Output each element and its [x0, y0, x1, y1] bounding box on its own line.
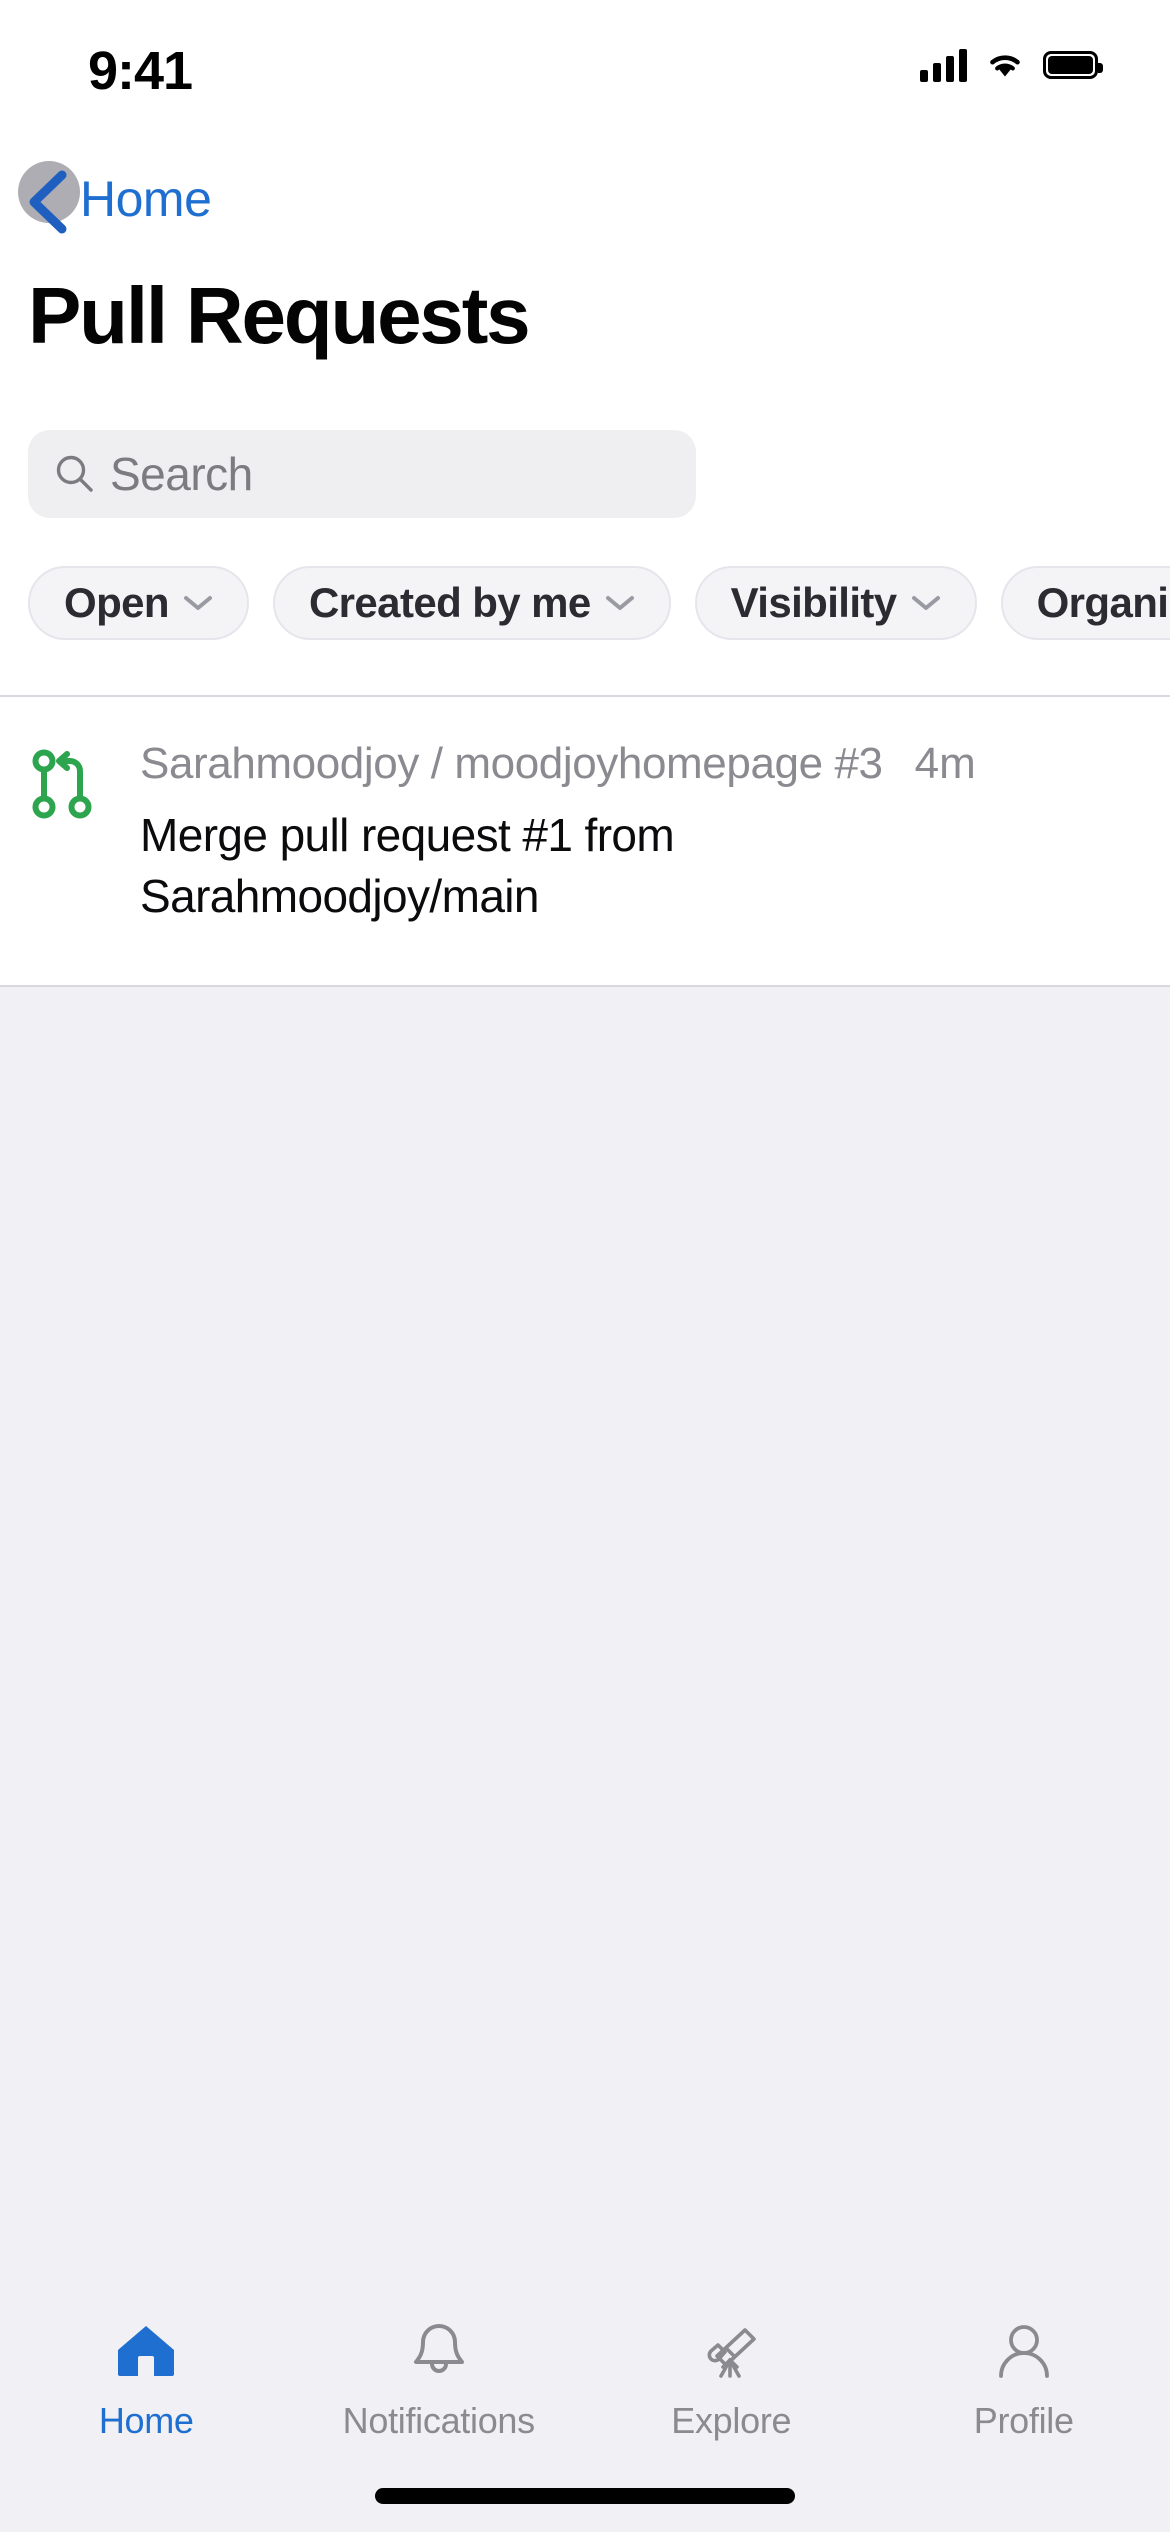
- app-screen: 9:41 Home Pull Requests Search Open Crea…: [0, 0, 1170, 2532]
- filter-pill-open[interactable]: Open: [28, 566, 249, 640]
- home-indicator[interactable]: [375, 2488, 795, 2504]
- git-pull-request-icon: [32, 749, 92, 819]
- status-bar: 9:41: [0, 0, 1170, 150]
- row-content: Sarahmoodjoy / moodjoyhomepage #3 4m Mer…: [100, 739, 1140, 943]
- search-input[interactable]: Search: [28, 430, 696, 518]
- filter-pill-visibility-label: Visibility: [730, 579, 898, 626]
- chevron-down-icon: [183, 596, 212, 610]
- chevron-left-icon[interactable]: [18, 167, 74, 237]
- empty-content-area: [0, 989, 1170, 2286]
- row-icon-wrap: [30, 739, 100, 943]
- table-row[interactable]: Sarahmoodjoy / moodjoyhomepage #3 4m Mer…: [0, 697, 1170, 987]
- back-button-label[interactable]: Home: [80, 170, 212, 228]
- row-divider: [0, 985, 1170, 987]
- tab-home[interactable]: Home: [0, 2314, 293, 2442]
- battery-full-icon: [1043, 51, 1103, 79]
- row-repo-name: Sarahmoodjoy / moodjoyhomepage #3: [140, 739, 883, 788]
- filter-pill-created-by-me-label: Created by me: [308, 579, 591, 626]
- tab-home-label: Home: [98, 2400, 194, 2441]
- chevron-down-icon: [911, 596, 940, 610]
- row-meta: Sarahmoodjoy / moodjoyhomepage #3 4m: [140, 739, 1140, 789]
- filter-pill-open-label: Open: [64, 579, 170, 626]
- tab-explore-label: Explore: [671, 2400, 792, 2441]
- status-bar-time: 9:41: [88, 41, 193, 101]
- filter-pill-organization-label: Organizati: [1036, 579, 1170, 626]
- signal-bars-icon: [920, 48, 967, 82]
- pull-request-list: Sarahmoodjoy / moodjoyhomepage #3 4m Mer…: [0, 697, 1170, 987]
- page-header: Home Pull Requests Search Open Created b…: [0, 150, 1170, 697]
- bell-icon: [403, 2314, 475, 2386]
- tab-notifications[interactable]: Notifications: [293, 2314, 586, 2442]
- tab-profile-label: Profile: [973, 2400, 1074, 2441]
- chevron-down-icon: [605, 596, 634, 610]
- page-title: Pull Requests: [28, 271, 531, 360]
- wifi-icon: [990, 55, 1020, 77]
- home-icon: [110, 2314, 182, 2386]
- row-timestamp: 4m: [914, 739, 976, 788]
- person-icon: [988, 2314, 1060, 2386]
- search-icon: [56, 455, 93, 492]
- tab-profile[interactable]: Profile: [878, 2314, 1170, 2442]
- filter-pill-organization[interactable]: Organizati: [1000, 566, 1170, 640]
- search-placeholder: Search: [110, 448, 253, 500]
- row-title: Merge pull request #1 from Sarahmoodjoy/…: [140, 809, 675, 923]
- tab-notifications-label: Notifications: [342, 2400, 535, 2441]
- tab-explore[interactable]: Explore: [585, 2314, 878, 2442]
- telescope-icon: [695, 2314, 767, 2386]
- filter-pill-visibility[interactable]: Visibility: [694, 566, 977, 640]
- status-bar-indicators: [920, 48, 1103, 82]
- filter-pill-list[interactable]: Open Created by me Visibility Organizati: [28, 566, 1170, 640]
- filter-pill-created-by-me[interactable]: Created by me: [272, 566, 671, 640]
